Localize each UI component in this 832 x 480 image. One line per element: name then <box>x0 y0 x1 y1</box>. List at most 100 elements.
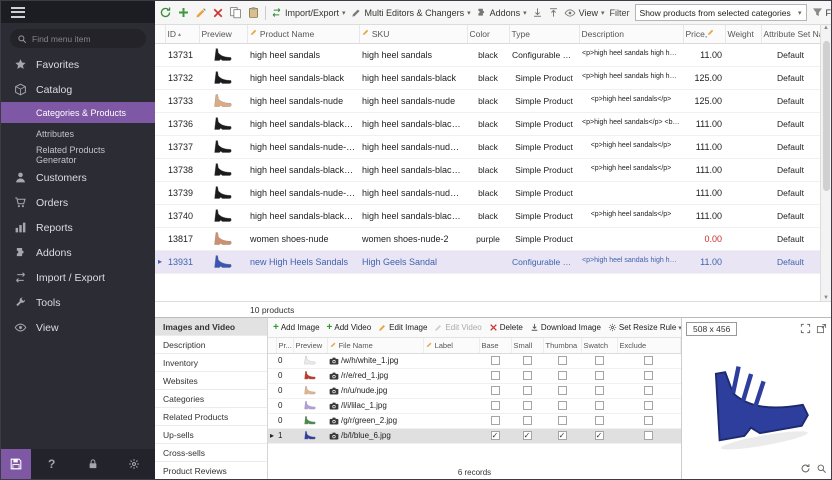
image-row[interactable]: 0/n/u/nude.jpg <box>268 383 681 398</box>
copy-button[interactable] <box>229 6 242 19</box>
detail-tab[interactable]: Product Reviews <box>155 462 267 479</box>
collapse-all-button[interactable] <box>548 7 559 18</box>
col-preview[interactable]: Preview <box>199 25 247 43</box>
checkbox[interactable] <box>644 416 653 425</box>
checkbox[interactable] <box>595 356 604 365</box>
checkbox[interactable] <box>523 416 532 425</box>
checkbox[interactable] <box>644 371 653 380</box>
checkbox[interactable] <box>491 416 500 425</box>
product-row[interactable]: 13732high heel sandals-blackhigh heel sa… <box>155 66 820 89</box>
col-type[interactable]: Type <box>509 25 579 43</box>
product-row[interactable]: 13817women shoes-nudewomen shoes-nude-2p… <box>155 227 820 250</box>
product-row[interactable]: 13739high heel sandals-nude-37high heel … <box>155 181 820 204</box>
product-row[interactable]: 13737high heel sandals-nude-36high heel … <box>155 135 820 158</box>
detail-tab[interactable]: Inventory <box>155 354 267 372</box>
fullscreen-button[interactable] <box>800 323 811 334</box>
checkbox[interactable] <box>558 371 567 380</box>
sidebar-item-tools[interactable]: Tools <box>1 290 155 315</box>
zoom-button[interactable] <box>816 463 827 474</box>
sidebar-item-categories-products[interactable]: Categories & Products <box>1 102 155 123</box>
scroll-down-icon[interactable]: ▼ <box>823 295 829 301</box>
col-weight[interactable]: Weight <box>725 25 761 43</box>
category-filter-select[interactable]: Show products from selected categories ▾ <box>635 4 807 21</box>
col-thumbnail[interactable]: Thumbna <box>543 338 581 353</box>
col-position[interactable]: Pr... <box>276 338 293 353</box>
product-row[interactable]: 13733high heel sandals-nudehigh heel san… <box>155 89 820 112</box>
vertical-scrollbar[interactable]: ▲ ▼ <box>820 25 831 301</box>
checkbox[interactable] <box>491 371 500 380</box>
col-swatch[interactable]: Swatch <box>581 338 617 353</box>
expand-all-button[interactable] <box>532 7 543 18</box>
refresh-button[interactable] <box>159 6 172 19</box>
product-row[interactable]: ▸13931new High Heels SandalsHigh Geels S… <box>155 250 820 273</box>
col-price[interactable]: Price, <box>683 25 725 43</box>
col-description[interactable]: Description <box>579 25 683 43</box>
download-image-button[interactable]: Download Image <box>530 323 601 332</box>
sidebar-item-favorites[interactable]: Favorites <box>1 52 155 77</box>
view-menu[interactable]: View▾ <box>564 7 605 19</box>
sidebar-search[interactable] <box>10 29 146 48</box>
checkbox[interactable] <box>595 386 604 395</box>
checkbox[interactable] <box>558 386 567 395</box>
image-row[interactable]: 0/l/i/lilac_1.jpg <box>268 398 681 413</box>
image-row[interactable]: ▸1/b/l/blue_6.jpg✓✓✓✓ <box>268 428 681 443</box>
col-id[interactable]: ID▴ <box>165 25 199 43</box>
lock-button[interactable] <box>72 458 113 470</box>
menu-toggle-button[interactable] <box>1 1 155 23</box>
checkbox[interactable]: ✓ <box>523 431 532 440</box>
checkbox[interactable] <box>644 386 653 395</box>
checkbox[interactable] <box>523 356 532 365</box>
col-attribute-set-name[interactable]: Attribute Set Name <box>761 25 820 43</box>
col-product-name[interactable]: Product Name <box>247 25 359 43</box>
edit-video-button[interactable]: Edit Video <box>434 323 481 332</box>
product-row[interactable]: 13738high heel sandals-black-37high heel… <box>155 158 820 181</box>
detail-tab[interactable]: Cross-sells <box>155 444 267 462</box>
sidebar-item-catalog[interactable]: Catalog <box>1 77 155 102</box>
col-label[interactable]: Label <box>423 338 479 353</box>
checkbox[interactable] <box>644 401 653 410</box>
checkbox[interactable] <box>595 401 604 410</box>
sidebar-item-attributes[interactable]: Attributes <box>1 123 155 144</box>
settings-button[interactable] <box>114 458 155 470</box>
checkbox[interactable] <box>558 356 567 365</box>
checkbox[interactable] <box>523 371 532 380</box>
delete-product-button[interactable] <box>212 7 224 19</box>
edit-product-button[interactable] <box>195 7 207 19</box>
edit-image-button[interactable]: Edit Image <box>378 323 427 332</box>
detail-tab[interactable]: Categories <box>155 390 267 408</box>
sidebar-item-customers[interactable]: Customers <box>1 165 155 190</box>
save-button[interactable] <box>1 449 31 479</box>
add-product-button[interactable] <box>177 6 190 19</box>
scrollbar-thumb[interactable] <box>823 41 830 191</box>
checkbox[interactable] <box>523 386 532 395</box>
sidebar-item-import-export[interactable]: Import / Export <box>1 265 155 290</box>
checkbox[interactable] <box>644 431 653 440</box>
product-row[interactable]: 13740high heel sandals-black-38high heel… <box>155 204 820 227</box>
addons-menu[interactable]: Addons▾ <box>476 7 527 18</box>
col-small[interactable]: Small <box>511 338 543 353</box>
sidebar-item-orders[interactable]: Orders <box>1 190 155 215</box>
add-image-button[interactable]: +Add Image <box>273 322 320 333</box>
product-row[interactable]: 13736high heel sandals-black-36high heel… <box>155 112 820 135</box>
sidebar-item-reports[interactable]: Reports <box>1 215 155 240</box>
image-row[interactable]: 0/g/r/green_2.jpg <box>268 413 681 428</box>
image-row[interactable]: 0/w/h/white_1.jpg <box>268 353 681 368</box>
image-row[interactable]: 0/r/e/red_1.jpg <box>268 368 681 383</box>
multi-editors-menu[interactable]: Multi Editors & Changers▾ <box>351 7 471 18</box>
detail-tab[interactable]: Description <box>155 336 267 354</box>
filters-menu[interactable]: Filters▾ <box>812 7 831 18</box>
search-input[interactable] <box>32 34 139 44</box>
sidebar-item-related-products-generator[interactable]: Related Products Generator <box>1 144 155 165</box>
open-in-new-button[interactable] <box>816 323 827 334</box>
checkbox[interactable]: ✓ <box>595 431 604 440</box>
sidebar-item-view[interactable]: View <box>1 315 155 340</box>
help-button[interactable]: ? <box>31 457 72 471</box>
set-resize-rule-button[interactable]: Set Resize Rule▾ <box>608 323 681 332</box>
col-sku[interactable]: SKU <box>359 25 467 43</box>
product-row[interactable]: 13731high heel sandalshigh heel sandalsb… <box>155 43 820 66</box>
detail-tab[interactable]: Related Products <box>155 408 267 426</box>
scroll-up-icon[interactable]: ▲ <box>823 25 829 31</box>
col-exclude[interactable]: Exclude <box>617 338 681 353</box>
paste-button[interactable] <box>247 6 260 19</box>
detail-tab[interactable]: Up-sells <box>155 426 267 444</box>
